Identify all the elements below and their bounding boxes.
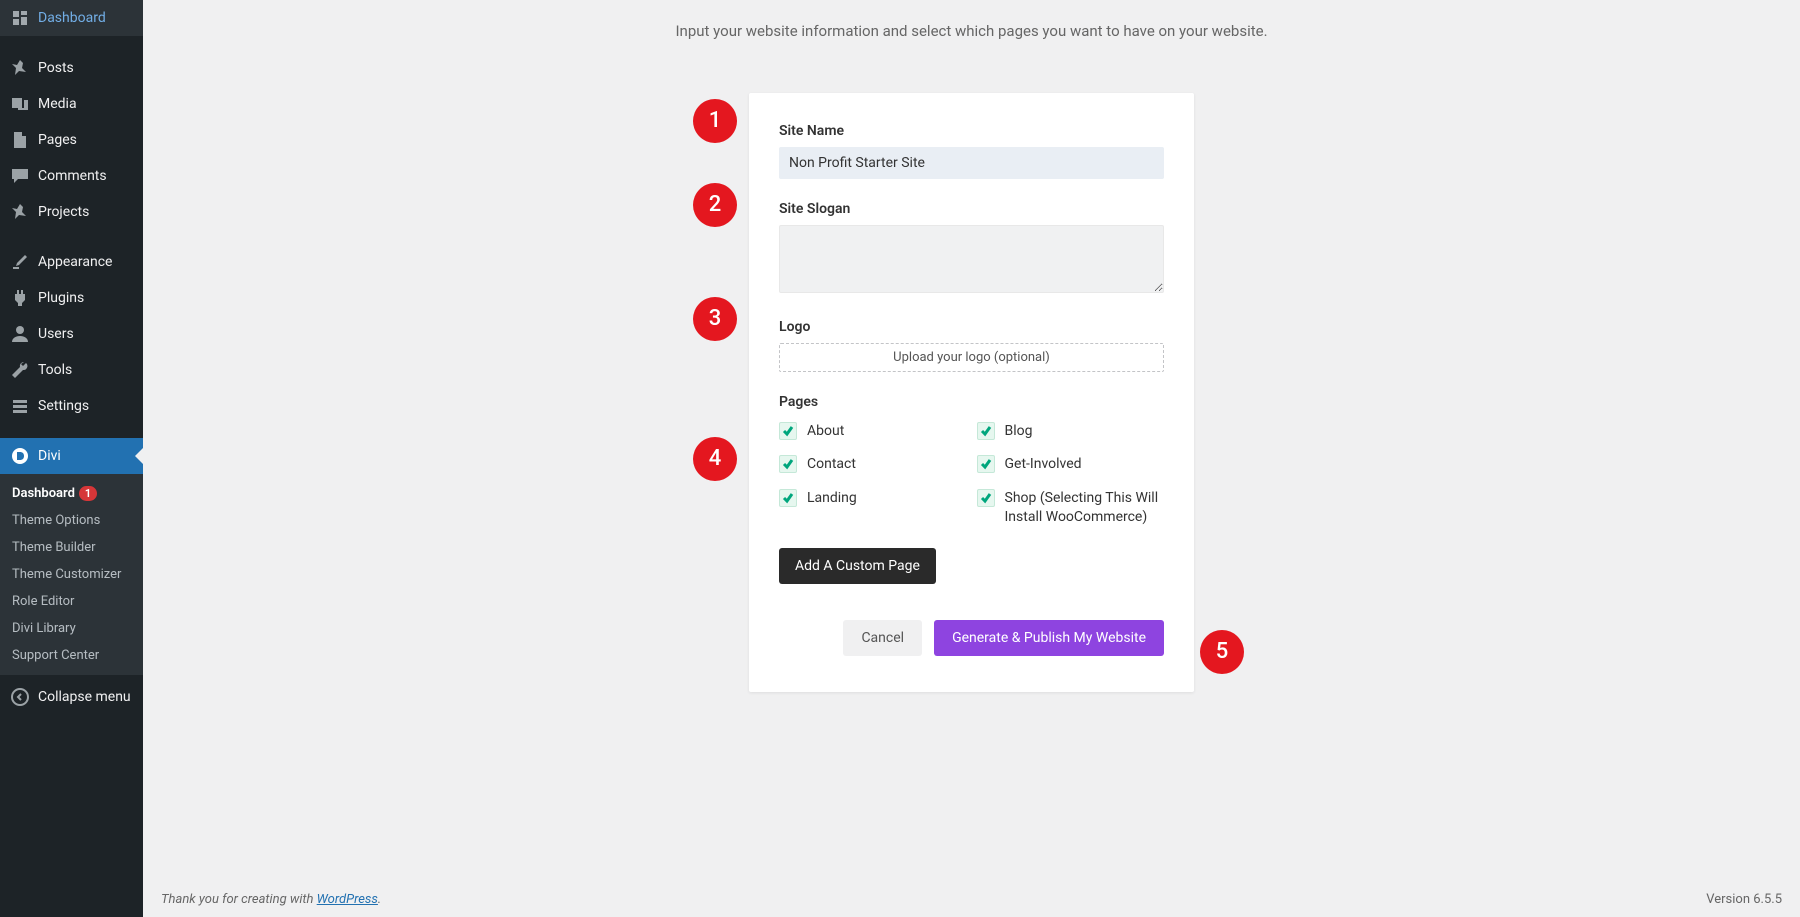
checkbox-icon[interactable] <box>779 489 797 507</box>
settings-icon <box>10 396 30 416</box>
annotation-5: 5 <box>1200 630 1244 674</box>
pages-grid: About Blog Contact Get-Involved Landing <box>779 422 1164 528</box>
sidebar-label: Plugins <box>38 290 84 306</box>
media-icon <box>10 94 30 114</box>
brush-icon <box>10 252 30 272</box>
sidebar-item-media[interactable]: Media <box>0 86 143 122</box>
sidebar-label: Users <box>38 326 74 342</box>
admin-footer: Thank you for creating with WordPress. V… <box>143 882 1800 917</box>
sidebar-item-divi[interactable]: Divi <box>0 438 143 474</box>
sidebar-item-plugins[interactable]: Plugins <box>0 280 143 316</box>
sidebar-item-tools[interactable]: Tools <box>0 352 143 388</box>
site-slogan-input[interactable] <box>779 225 1164 293</box>
sidebar-label: Projects <box>38 204 89 220</box>
page-checkbox-about[interactable]: About <box>779 422 967 442</box>
collapse-label: Collapse menu <box>38 689 131 705</box>
main-content: Input your website information and selec… <box>143 0 1800 917</box>
submenu-theme-customizer[interactable]: Theme Customizer <box>0 561 143 588</box>
sidebar-item-comments[interactable]: Comments <box>0 158 143 194</box>
checkbox-icon[interactable] <box>977 489 995 507</box>
plug-icon <box>10 288 30 308</box>
sidebar-item-settings[interactable]: Settings <box>0 388 143 424</box>
sidebar-label: Dashboard <box>38 10 106 26</box>
pin-icon <box>10 58 30 78</box>
submenu-dashboard[interactable]: Dashboard 1 <box>0 480 143 507</box>
sidebar-label: Comments <box>38 168 107 184</box>
sidebar-item-projects[interactable]: Projects <box>0 194 143 230</box>
sidebar-label: Pages <box>38 132 77 148</box>
logo-upload[interactable]: Upload your logo (optional) <box>779 343 1164 372</box>
collapse-icon <box>10 687 30 707</box>
intro-text: Input your website information and selec… <box>672 20 1272 43</box>
submenu-divi-library[interactable]: Divi Library <box>0 615 143 642</box>
sidebar-item-posts[interactable]: Posts <box>0 50 143 86</box>
pin-icon <box>10 202 30 222</box>
divi-icon <box>10 446 30 466</box>
wrench-icon <box>10 360 30 380</box>
footer-thanks: Thank you for creating with <box>161 892 317 907</box>
sidebar-label: Posts <box>38 60 74 76</box>
sidebar-label: Appearance <box>38 254 112 270</box>
sidebar-label: Divi <box>38 448 61 464</box>
site-name-input[interactable] <box>779 147 1164 179</box>
comments-icon <box>10 166 30 186</box>
annotation-2: 2 <box>693 183 737 227</box>
update-badge: 1 <box>79 486 97 501</box>
checkbox-icon[interactable] <box>779 455 797 473</box>
dashboard-icon <box>10 8 30 28</box>
sidebar-label: Settings <box>38 398 89 414</box>
user-icon <box>10 324 30 344</box>
page-checkbox-get-involved[interactable]: Get-Involved <box>977 455 1165 475</box>
form-actions: Cancel Generate & Publish My Website <box>779 620 1164 656</box>
page-checkbox-landing[interactable]: Landing <box>779 489 967 528</box>
pages-label: Pages <box>779 394 1164 410</box>
submenu-role-editor[interactable]: Role Editor <box>0 588 143 615</box>
page-checkbox-contact[interactable]: Contact <box>779 455 967 475</box>
checkbox-icon[interactable] <box>977 422 995 440</box>
sidebar-item-users[interactable]: Users <box>0 316 143 352</box>
generate-button[interactable]: Generate & Publish My Website <box>934 620 1164 656</box>
page-checkbox-blog[interactable]: Blog <box>977 422 1165 442</box>
annotation-1: 1 <box>693 99 737 143</box>
submenu-theme-builder[interactable]: Theme Builder <box>0 534 143 561</box>
divi-submenu: Dashboard 1 Theme Options Theme Builder … <box>0 474 143 675</box>
add-custom-page-button[interactable]: Add A Custom Page <box>779 548 936 584</box>
sidebar-label: Media <box>38 96 77 112</box>
cancel-button[interactable]: Cancel <box>843 620 922 656</box>
page-checkbox-shop[interactable]: Shop (Selecting This Will Install WooCom… <box>977 489 1165 528</box>
annotation-3: 3 <box>693 297 737 341</box>
sidebar-item-appearance[interactable]: Appearance <box>0 244 143 280</box>
checkbox-icon[interactable] <box>977 455 995 473</box>
logo-label: Logo <box>779 319 1164 335</box>
wordpress-link[interactable]: WordPress <box>317 892 378 907</box>
submenu-theme-options[interactable]: Theme Options <box>0 507 143 534</box>
sidebar-item-dashboard[interactable]: Dashboard <box>0 0 143 36</box>
site-slogan-label: Site Slogan <box>779 201 1164 217</box>
sidebar-item-pages[interactable]: Pages <box>0 122 143 158</box>
submenu-support-center[interactable]: Support Center <box>0 642 143 669</box>
collapse-menu[interactable]: Collapse menu <box>0 679 143 715</box>
annotation-4: 4 <box>693 437 737 481</box>
sidebar-label: Tools <box>38 362 72 378</box>
site-name-label: Site Name <box>779 123 1164 139</box>
version-text: Version 6.5.5 <box>1706 892 1782 907</box>
form-card: 1 2 3 4 5 Site Name Site Slogan Logo Upl… <box>749 93 1194 692</box>
admin-sidebar: Dashboard Posts Media Pages Comments Pro… <box>0 0 143 917</box>
checkbox-icon[interactable] <box>779 422 797 440</box>
pages-icon <box>10 130 30 150</box>
